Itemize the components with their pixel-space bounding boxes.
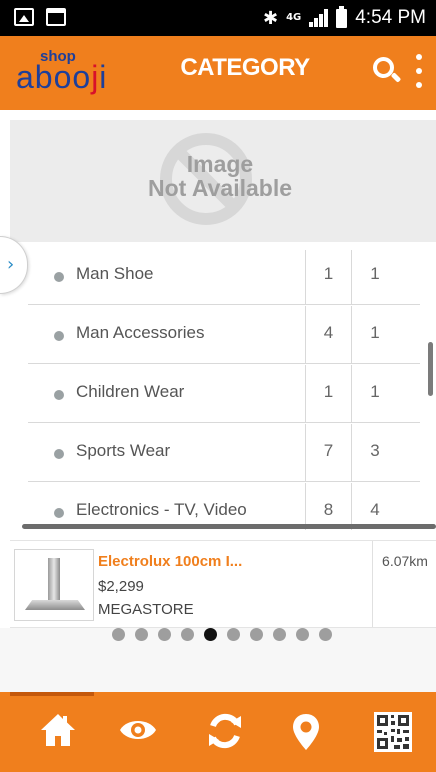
app-bar: shop abooji CATEGORY bbox=[0, 36, 436, 110]
table-row[interactable]: Man Accessories 4 1 bbox=[28, 306, 420, 364]
bullet-icon bbox=[54, 449, 64, 459]
category-count-1: 4 bbox=[306, 306, 352, 364]
table-row[interactable]: Electronics - TV, Video 8 4 bbox=[28, 483, 420, 530]
bullet-icon bbox=[54, 508, 64, 518]
category-count-1: 1 bbox=[306, 250, 352, 305]
product-distance: 6.07km bbox=[382, 553, 428, 569]
nav-qr-scan-button[interactable] bbox=[356, 700, 428, 764]
pager-dot[interactable] bbox=[204, 628, 217, 641]
pager-dot[interactable] bbox=[319, 628, 332, 641]
drawer-toggle-button[interactable]: › bbox=[0, 236, 28, 294]
active-tab-indicator bbox=[10, 692, 94, 696]
pager-dots bbox=[112, 628, 332, 641]
category-name: Man Shoe bbox=[76, 264, 154, 283]
bullet-icon bbox=[54, 390, 64, 400]
product-title[interactable]: Electrolux 100cm I... bbox=[98, 553, 242, 570]
table-row[interactable]: Man Shoe 1 1 bbox=[28, 250, 420, 305]
category-count-1: 7 bbox=[306, 424, 352, 482]
overflow-menu-button[interactable] bbox=[412, 54, 426, 88]
app-logo[interactable]: shop abooji bbox=[16, 48, 116, 100]
map-pin-icon bbox=[293, 714, 319, 750]
pager-dot[interactable] bbox=[112, 628, 125, 641]
qr-code-icon bbox=[374, 712, 412, 752]
category-name: Man Accessories bbox=[76, 323, 205, 342]
category-name: Sports Wear bbox=[76, 441, 171, 460]
shopping-bag-notification-icon bbox=[46, 8, 66, 26]
battery-icon bbox=[336, 5, 348, 28]
category-image: Image Not Available bbox=[10, 120, 436, 242]
chevron-right-icon: › bbox=[7, 254, 15, 275]
table-row[interactable]: Sports Wear 7 3 bbox=[28, 424, 420, 482]
pager-dot[interactable] bbox=[250, 628, 263, 641]
product-image bbox=[14, 549, 94, 621]
category-table: Man Shoe 1 1 Man Accessories 4 1 Childre… bbox=[28, 250, 420, 530]
category-count-1: 1 bbox=[306, 365, 352, 423]
category-count-2: 3 bbox=[370, 441, 380, 460]
pager-dot[interactable] bbox=[273, 628, 286, 641]
nav-home-button[interactable] bbox=[22, 700, 94, 764]
eye-icon bbox=[120, 721, 156, 739]
table-row[interactable]: Children Wear 1 1 bbox=[28, 365, 420, 423]
bullet-icon bbox=[54, 272, 64, 282]
category-name: Children Wear bbox=[76, 382, 185, 401]
pager-dot[interactable] bbox=[227, 628, 240, 641]
product-card[interactable]: Electrolux 100cm I... $2,299 MEGASTORE 6… bbox=[10, 540, 436, 628]
bottom-navigation bbox=[0, 692, 436, 772]
pager-dot[interactable] bbox=[158, 628, 171, 641]
home-icon bbox=[41, 714, 75, 746]
nav-location-button[interactable] bbox=[272, 700, 344, 764]
pager-dot[interactable] bbox=[135, 628, 148, 641]
vertical-scrollbar[interactable] bbox=[428, 342, 433, 396]
search-button[interactable] bbox=[372, 56, 402, 88]
pager-dot[interactable] bbox=[296, 628, 309, 641]
page-title: CATEGORY bbox=[180, 54, 310, 81]
horizontal-scrollbar[interactable] bbox=[22, 524, 436, 529]
bluetooth-icon: ✱ bbox=[262, 7, 279, 29]
status-bar: ✱ 4G 4:54 PM bbox=[0, 0, 436, 36]
logo-main-text: abooji bbox=[16, 59, 108, 95]
nav-refresh-button[interactable] bbox=[188, 700, 260, 764]
carousel-pager bbox=[0, 628, 436, 692]
category-count-2: 1 bbox=[370, 382, 380, 401]
product-price: $2,299 bbox=[98, 578, 144, 595]
no-image-text: Image Not Available bbox=[148, 151, 292, 201]
network-type: 4G bbox=[286, 12, 302, 23]
refresh-icon bbox=[209, 713, 241, 749]
category-count-1: 8 bbox=[306, 483, 352, 530]
category-count-2: 4 bbox=[370, 500, 380, 519]
bullet-icon bbox=[54, 331, 64, 341]
product-store: MEGASTORE bbox=[98, 601, 194, 618]
status-time: 4:54 PM bbox=[355, 7, 426, 28]
category-count-2: 1 bbox=[370, 323, 380, 342]
pager-dot[interactable] bbox=[181, 628, 194, 641]
category-name: Electronics - TV, Video bbox=[76, 500, 247, 519]
gallery-notification-icon bbox=[14, 8, 34, 26]
category-count-2: 1 bbox=[370, 264, 380, 283]
signal-icon bbox=[309, 9, 329, 27]
nav-viewed-button[interactable] bbox=[100, 700, 172, 764]
